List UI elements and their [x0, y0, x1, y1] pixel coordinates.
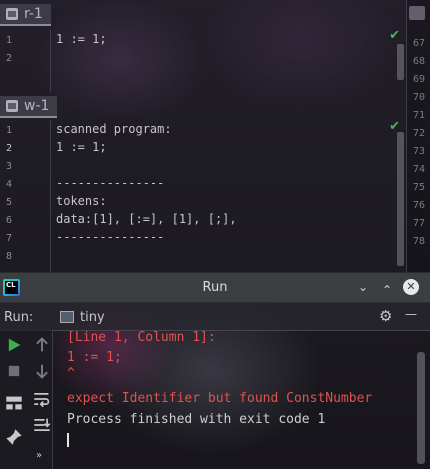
line-gutter: 1 2 3 4 5 6 7 8: [0, 120, 51, 272]
code-line[interactable]: ---------------: [56, 176, 164, 190]
editor-tab-r1[interactable]: r-1: [0, 4, 51, 26]
console-line: 1 := 1;: [67, 350, 122, 365]
line-number: 8: [6, 251, 13, 262]
line-number: 2: [6, 143, 13, 154]
run-config-tab[interactable]: tiny: [54, 306, 111, 328]
file-icon: [6, 100, 18, 112]
console-line: [Line 1, Column 1]:: [67, 330, 216, 345]
code-line[interactable]: ---------------: [56, 230, 164, 244]
soft-wrap-icon[interactable]: [33, 390, 51, 408]
run-window-header: CL Run ⌄ ⌃ ✕: [0, 272, 430, 303]
line-number: 68: [413, 56, 426, 67]
code-line[interactable]: tokens:: [56, 194, 107, 208]
editor-pane-r1: r-1 1 2 1 := 1; ✔: [0, 0, 406, 92]
run-config-name: tiny: [80, 309, 105, 325]
stop-icon[interactable]: [5, 362, 23, 380]
editor-scrollbar[interactable]: [397, 132, 404, 266]
line-number: 3: [6, 161, 13, 172]
line-number: 78: [413, 236, 426, 247]
line-number: 73: [413, 146, 426, 157]
console-line: Process finished with exit code 1: [67, 412, 326, 427]
line-number: 1: [6, 125, 13, 136]
line-number: 69: [413, 74, 426, 85]
line-number: 6: [6, 215, 13, 226]
run-toolbar: Run: tiny ⚙ —: [0, 302, 430, 331]
text-caret: [67, 433, 69, 447]
line-number: 76: [413, 200, 426, 211]
close-window-button[interactable]: ✕: [403, 279, 419, 295]
editor-tab-label: r-1: [24, 6, 43, 22]
console-line: ^: [67, 366, 75, 381]
code-line[interactable]: 1 := 1;: [56, 32, 107, 46]
chevron-down-icon[interactable]: ⌄: [355, 279, 371, 295]
line-number: 1: [6, 35, 13, 46]
line-number: 4: [6, 179, 13, 190]
line-number: 74: [413, 164, 426, 175]
console-scrollbar[interactable]: [417, 352, 425, 464]
gear-icon[interactable]: ⚙: [379, 307, 392, 325]
line-number: 72: [413, 128, 426, 139]
minimize-icon[interactable]: —: [405, 307, 417, 321]
right-editor-strip: 67 68 69 70 71 72 73 74 75 76 77 78: [406, 0, 430, 272]
editor-tabbar: w-1: [0, 96, 58, 118]
pin-icon[interactable]: [5, 428, 23, 446]
editor-pane-w1: w-1 1 2 3 4 5 6 7 8 scanned program: 1 :…: [0, 92, 406, 272]
line-number: 71: [413, 110, 426, 121]
line-number: 75: [413, 182, 426, 193]
editor-tab-w1[interactable]: w-1: [0, 96, 58, 118]
line-number: 70: [413, 92, 426, 103]
ide-window: r-1 1 2 1 := 1; ✔ w-1 1 2 3 4 5 6 7 8 sc: [0, 0, 430, 469]
file-icon: [6, 8, 18, 20]
editor-tab-label: w-1: [24, 98, 50, 114]
more-actions-icon[interactable]: »: [36, 450, 42, 461]
layout-icon[interactable]: [5, 394, 23, 412]
inspection-ok-icon[interactable]: ✔: [389, 28, 400, 43]
code-line[interactable]: 1 := 1;: [56, 140, 107, 154]
arrow-up-icon[interactable]: [33, 336, 51, 354]
editor-tabbar: r-1: [0, 4, 51, 26]
line-number: 7: [6, 233, 13, 244]
arrow-down-icon[interactable]: [33, 362, 51, 380]
rerun-play-icon[interactable]: [5, 336, 23, 354]
console-output[interactable]: [Line 1, Column 1]: 1 := 1; ^ expect Ide…: [53, 330, 415, 469]
code-line[interactable]: data:[1], [:=], [1], [;],: [56, 212, 237, 226]
terminal-icon: [60, 311, 74, 323]
run-tool-column: »: [0, 330, 53, 469]
chevron-up-icon[interactable]: ⌃: [379, 282, 395, 298]
line-gutter: 1 2: [0, 30, 51, 92]
editor-scrollbar[interactable]: [397, 44, 404, 80]
line-number: 77: [413, 218, 426, 229]
console-line: expect Identifier but found ConstNumber: [67, 391, 373, 406]
file-icon[interactable]: [409, 6, 425, 20]
code-line[interactable]: scanned program:: [56, 122, 172, 136]
line-number: 67: [413, 38, 426, 49]
line-number: 2: [6, 53, 13, 64]
scroll-to-end-icon[interactable]: [33, 416, 51, 434]
line-number: 5: [6, 197, 13, 208]
run-label: Run:: [4, 310, 34, 325]
